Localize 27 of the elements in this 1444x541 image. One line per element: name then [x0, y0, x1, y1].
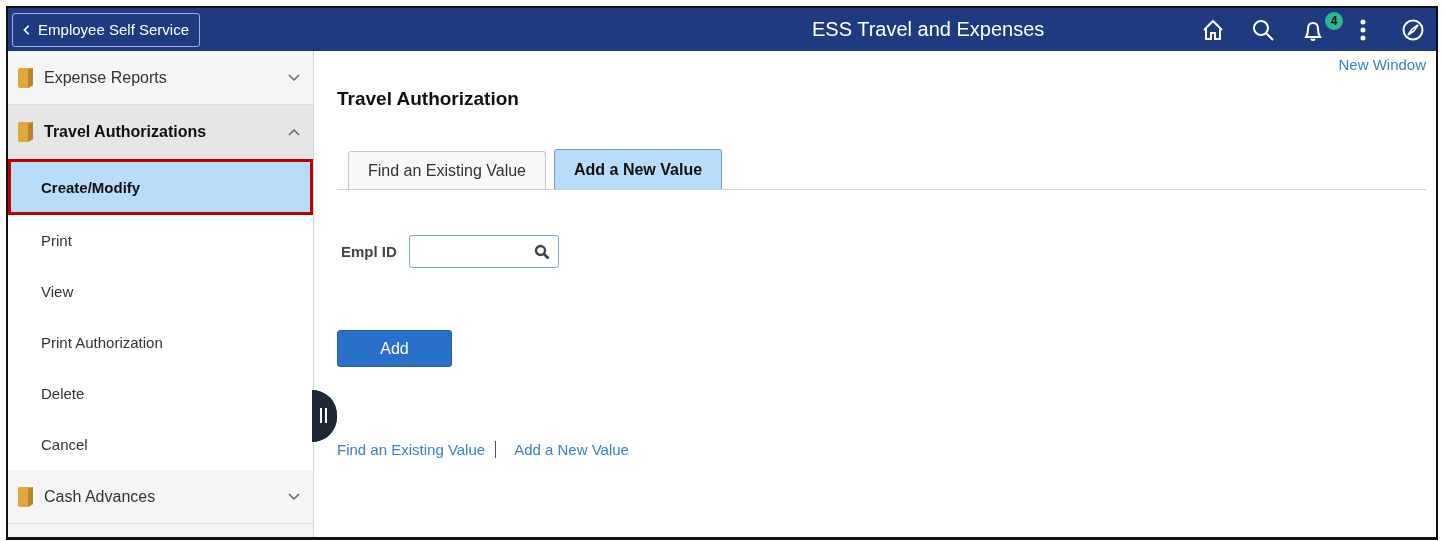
sidebar-item[interactable]: View [8, 266, 313, 317]
sidebar-item[interactable]: Print Authorization [8, 317, 313, 368]
collapse-handle[interactable] [312, 390, 337, 442]
sidebar-item[interactable]: Create/Modify [8, 159, 313, 215]
folder-icon [16, 66, 36, 89]
app-title: ESS Travel and Expenses [812, 18, 1045, 41]
tab[interactable]: Add a New Value [554, 149, 723, 189]
tab[interactable]: Find an Existing Value [348, 151, 546, 189]
chevron-up-icon [287, 126, 301, 137]
sidebar-item[interactable]: Delete [8, 368, 313, 419]
field-label: Empl ID [341, 243, 397, 260]
back-button[interactable]: Employee Self Service [12, 12, 200, 47]
add-button[interactable]: Add [337, 330, 452, 367]
footer-link[interactable]: Find an Existing Value [337, 441, 486, 458]
sidebar-item[interactable]: Print [8, 215, 313, 266]
footer-link[interactable]: Add a New Value [514, 441, 629, 458]
page-title: Travel Authorization [337, 88, 520, 110]
folder-icon [16, 485, 36, 508]
folder-icon [16, 120, 36, 143]
search-icon[interactable] [533, 243, 550, 260]
chevron-down-icon [287, 491, 301, 502]
notification-badge: 4 [1325, 11, 1343, 30]
chevron-down-icon [287, 72, 301, 83]
sidebar-group[interactable]: Travel Authorizations [8, 105, 313, 159]
new-window-link[interactable]: New Window [1338, 56, 1426, 76]
empl-id-field[interactable] [408, 235, 559, 268]
sidebar-item[interactable]: Cancel [8, 419, 313, 470]
